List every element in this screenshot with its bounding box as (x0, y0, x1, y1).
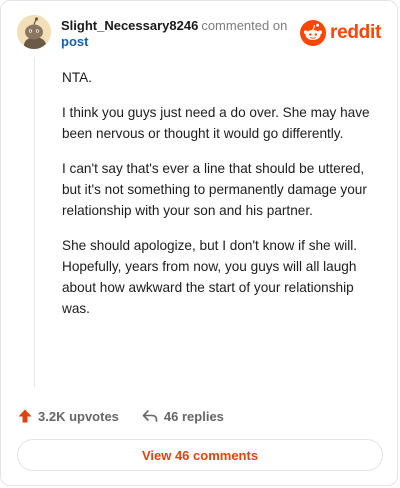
comment-body: NTA. I think you guys just need a do ove… (62, 67, 382, 333)
comment-paragraph: She should apologize, but I don't know i… (62, 238, 358, 316)
brand-name: reddit (330, 22, 381, 43)
reply-stat[interactable]: 46 replies (141, 408, 224, 424)
view-comments-button[interactable]: View 46 comments (17, 439, 383, 471)
comment-card: Slight_Necessary8246 commented on post re… (0, 0, 398, 486)
reply-count: 46 replies (163, 408, 224, 424)
reddit-logo-icon (300, 20, 327, 46)
comment-footer: 3.2K upvotes 46 replies (17, 405, 224, 427)
comment-paragraph: NTA. (62, 70, 92, 85)
comment-paragraph: I think you guys just need a do over. Sh… (62, 105, 370, 141)
upvote-stat[interactable]: 3.2K upvotes (17, 408, 119, 424)
reply-arrow-icon (142, 410, 158, 422)
comment-header: Slight_Necessary8246 commented on post re… (17, 15, 381, 51)
username[interactable]: Slight_Necessary8246 (61, 18, 198, 33)
snoo-avatar-icon (17, 15, 51, 49)
upvote-arrow-icon (18, 409, 32, 423)
user-avatar[interactable] (17, 15, 51, 49)
thread-line (34, 57, 35, 387)
upvote-count: 3.2K upvotes (38, 408, 119, 424)
post-link[interactable]: post (61, 34, 287, 50)
comment-paragraph: I can't say that's ever a line that shou… (62, 161, 367, 218)
action-text: commented on (201, 18, 288, 33)
comment-meta: Slight_Necessary8246 commented on post (61, 18, 287, 50)
reddit-brand[interactable]: reddit (300, 20, 381, 46)
